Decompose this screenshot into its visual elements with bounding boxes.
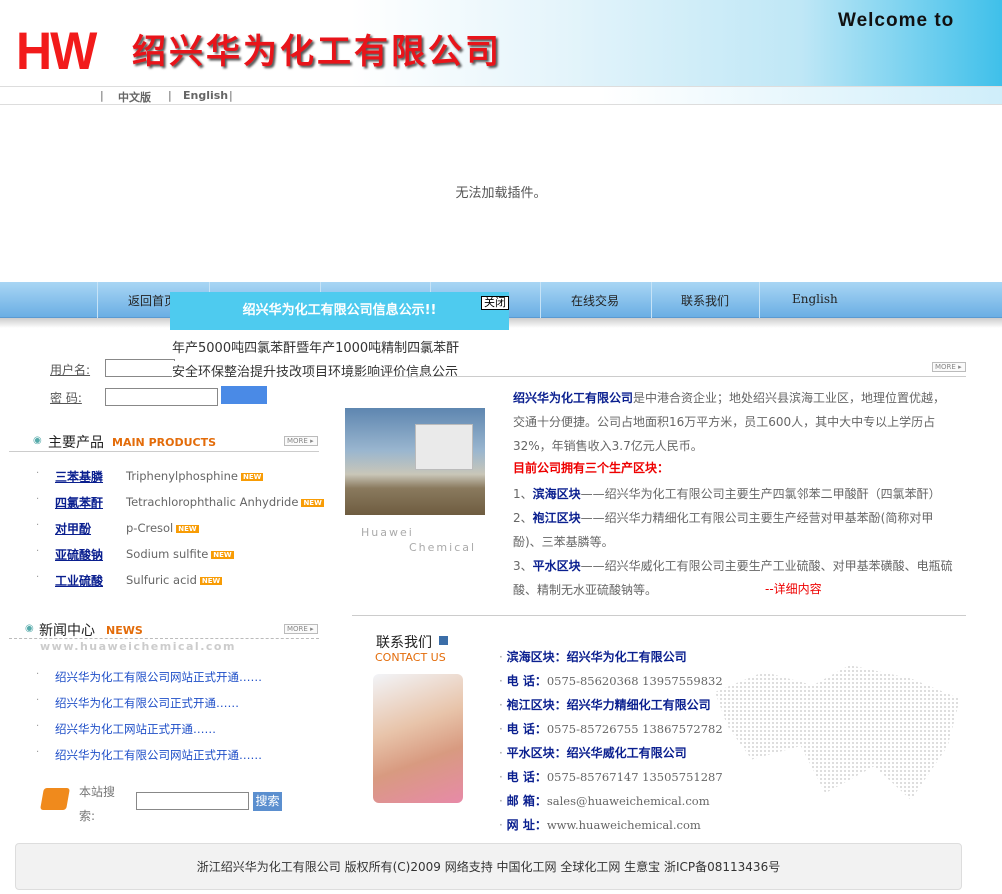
blocks-list: 1、滨海区块——绍兴华为化工有限公司主要生产四氯邻苯二甲酸酐（四氯苯酐） 2、袍江… bbox=[513, 482, 953, 602]
contact-row: · 邮 箱：sales@huaweichemical.com bbox=[499, 794, 710, 808]
arrow-icon bbox=[439, 636, 448, 645]
divider: | bbox=[229, 89, 233, 102]
company-name: 绍兴华为化工有限公司 bbox=[132, 32, 502, 72]
username-input[interactable] bbox=[105, 359, 175, 377]
product-link[interactable]: 亚硫酸钠 bbox=[55, 546, 103, 563]
password-label: 密 码: bbox=[50, 391, 82, 405]
product-name-en: Tetrachlorophthalic Anhydride NEW bbox=[126, 495, 324, 509]
about-more-button[interactable]: MORE ▸ bbox=[932, 362, 966, 372]
company-intro: 绍兴华为化工有限公司是中港合资企业；地处绍兴县滨海工业区，地理位置优越，交通十分… bbox=[513, 391, 946, 453]
new-badge: NEW bbox=[240, 472, 264, 481]
logo: HW bbox=[16, 21, 97, 81]
contact-row: · 平水区块：绍兴华威化工有限公司 bbox=[499, 746, 687, 760]
contact-row: · 电 话：0575-85767147 13505751287 bbox=[499, 770, 723, 784]
blocks-title: 目前公司拥有三个生产区块： bbox=[513, 461, 670, 475]
popup-link[interactable]: 年产5000吨四氯苯酐暨年产1000吨精制四氯苯酐 bbox=[172, 337, 460, 356]
product-name-en: Sulfuric acid NEW bbox=[126, 573, 223, 587]
username-label: 用户名: bbox=[50, 363, 91, 377]
news-title-en: NEWS bbox=[106, 624, 143, 637]
bullet: · bbox=[36, 520, 40, 531]
news-link[interactable]: 绍兴华为化工有限公司网站正式开通…… bbox=[55, 669, 262, 685]
new-badge: NEW bbox=[301, 498, 324, 507]
contact-title-en: CONTACT US bbox=[375, 651, 446, 664]
nav-home[interactable]: 返回首页 bbox=[128, 292, 176, 309]
bullet: · bbox=[36, 468, 40, 479]
bullet-icon: ◉ bbox=[25, 623, 34, 634]
bullet: · bbox=[36, 747, 40, 758]
factory-photo bbox=[345, 408, 485, 515]
image-caption: Huawei bbox=[361, 526, 414, 539]
search-input[interactable] bbox=[136, 792, 249, 810]
product-name-en: Triphenylphosphine NEW bbox=[126, 469, 264, 483]
popup-title: 绍兴华为化工有限公司信息公示!! bbox=[170, 292, 509, 330]
block-item: 3、平水区块——绍兴华威化工有限公司主要生产工业硫酸、对甲基苯磺酸、电瓶硫酸、精… bbox=[513, 559, 953, 597]
detail-link[interactable]: --详细内容 bbox=[765, 580, 822, 597]
new-badge: NEW bbox=[211, 550, 234, 559]
login-button[interactable] bbox=[221, 386, 267, 404]
contact-title: 联系我们 bbox=[376, 635, 432, 651]
new-badge: NEW bbox=[176, 524, 199, 533]
news-more-button[interactable]: MORE ▸ bbox=[284, 624, 318, 634]
products-title-en: MAIN PRODUCTS bbox=[112, 436, 217, 449]
welcome-text: Welcome to bbox=[838, 10, 955, 31]
product-link[interactable]: 三苯基膦 bbox=[55, 468, 103, 485]
bullet-icon: ◉ bbox=[33, 435, 42, 446]
products-title: 主要产品 bbox=[48, 435, 104, 451]
bullet: · bbox=[36, 695, 40, 706]
header-banner: HW 绍兴华为化工有限公司 Welcome to bbox=[0, 0, 1002, 86]
bullet: · bbox=[36, 669, 40, 680]
bullet: · bbox=[36, 721, 40, 732]
news-link[interactable]: 绍兴华为化工有限公司正式开通…… bbox=[55, 695, 239, 711]
image-caption: Chemical bbox=[409, 541, 477, 554]
world-map bbox=[715, 665, 960, 800]
popup-link[interactable]: 安全环保整治提升技改项目环境影响评价信息公示 bbox=[172, 361, 459, 380]
password-input[interactable] bbox=[105, 388, 218, 406]
contact-row: · 电 话：0575-85620368 13957559832 bbox=[499, 674, 723, 688]
bullet: · bbox=[36, 494, 40, 505]
product-link[interactable]: 对甲酚 bbox=[55, 520, 91, 537]
language-bar: | 中文版 | English | bbox=[0, 86, 1002, 105]
search-button[interactable]: 搜索 bbox=[253, 792, 282, 811]
product-name-en: p-Cresol NEW bbox=[126, 521, 199, 535]
news-link[interactable]: 绍兴华为化工网站正式开通…… bbox=[55, 721, 216, 737]
lang-english-link[interactable]: English bbox=[183, 89, 228, 102]
block-item: 2、袍江区块——绍兴华力精细化工有限公司主要生产经营对甲基苯酚(简称对甲酚)、三… bbox=[513, 511, 934, 549]
bullet: · bbox=[36, 572, 40, 583]
watermark: www.huaweichemical.com bbox=[40, 640, 236, 653]
contact-row: · 网 址：www.huaweichemical.com bbox=[499, 818, 701, 832]
divider: | bbox=[100, 89, 104, 102]
divider bbox=[352, 615, 966, 616]
contact-row: · 滨海区块：绍兴华为化工有限公司 bbox=[499, 650, 687, 664]
contact-row: · 电 话：0575-85726755 13867572782 bbox=[499, 722, 723, 736]
nav-english[interactable]: English bbox=[792, 292, 838, 306]
divider bbox=[9, 638, 319, 639]
product-link[interactable]: 工业硫酸 bbox=[55, 572, 103, 589]
product-name-en: Sodium sulfite NEW bbox=[126, 547, 234, 561]
divider bbox=[352, 376, 966, 377]
divider bbox=[9, 451, 319, 452]
new-badge: NEW bbox=[199, 576, 223, 585]
nav-contact[interactable]: 联系我们 bbox=[681, 292, 729, 309]
news-title: 新闻中心 bbox=[39, 623, 95, 639]
products-more-button[interactable]: MORE ▸ bbox=[284, 436, 318, 446]
contact-photo bbox=[373, 674, 463, 803]
lang-chinese-link[interactable]: 中文版 bbox=[118, 89, 151, 105]
bullet: · bbox=[36, 546, 40, 557]
block-item: 1、滨海区块——绍兴华为化工有限公司主要生产四氯邻苯二甲酸酐（四氯苯酐） bbox=[513, 487, 941, 501]
book-icon bbox=[40, 788, 70, 810]
nav-online-trade[interactable]: 在线交易 bbox=[571, 292, 619, 309]
plugin-placeholder: 无法加载插件。 bbox=[455, 186, 547, 201]
contact-row: · 袍江区块：绍兴华力精细化工有限公司 bbox=[499, 698, 711, 712]
news-link[interactable]: 绍兴华为化工有限公司网站正式开通…… bbox=[55, 747, 262, 763]
popup-close-button[interactable]: 关闭 bbox=[481, 296, 509, 310]
search-label: 本站搜索: bbox=[79, 785, 116, 823]
product-link[interactable]: 四氯苯酐 bbox=[55, 494, 103, 511]
divider: | bbox=[168, 89, 172, 102]
footer: 浙江绍兴华为化工有限公司 版权所有(C)2009 网络支持 中国化工网 全球化工… bbox=[15, 843, 962, 890]
